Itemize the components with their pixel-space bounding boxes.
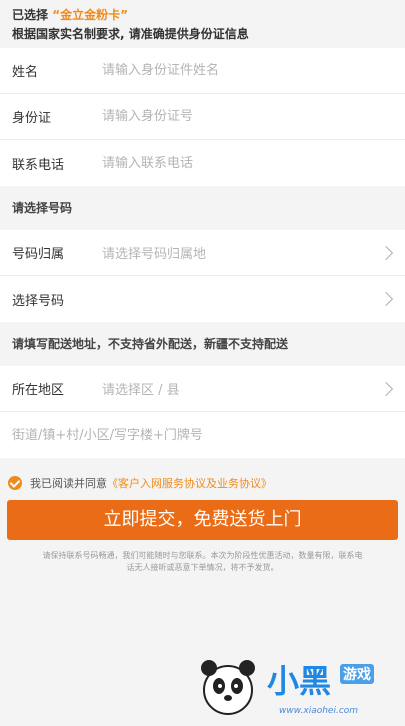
selected-card-line: 已选择 “金立金粉卡” xyxy=(12,6,393,24)
chevron-right-icon xyxy=(378,245,394,260)
phone-input[interactable] xyxy=(102,155,393,171)
name-input[interactable] xyxy=(102,63,393,78)
id-label: 身份证 xyxy=(12,111,52,126)
id-input[interactable] xyxy=(102,109,393,124)
watermark-url: www.xiaohei.com xyxy=(279,706,359,716)
phone-row: 联系电话 xyxy=(0,140,405,186)
address-section-title: 请填写配送地址，不支持省外配送，新疆不支持配送 xyxy=(0,322,405,366)
watermark: 小黑 游戏 www.xiaohei.com xyxy=(195,648,395,718)
page-header: 已选择 “金立金粉卡” 根据国家实名制要求, 请准确提供身份证信息 xyxy=(0,0,405,48)
name-row: 姓名 xyxy=(0,48,405,94)
number-region-label: 号码归属 xyxy=(12,247,65,262)
watermark-brand: 小黑 xyxy=(267,662,332,700)
number-region-placeholder: 请选择号码归属地 xyxy=(102,247,207,262)
area-label: 所在地区 xyxy=(12,383,65,398)
street-input[interactable] xyxy=(12,427,393,443)
agreement-checkbox[interactable] xyxy=(8,476,22,490)
chevron-right-icon xyxy=(378,381,394,396)
selected-prefix: 已选择 xyxy=(12,8,49,22)
select-number-label: 选择号码 xyxy=(12,293,65,309)
address-form: 所在地区 请选择区 / 县 xyxy=(0,366,405,458)
number-form: 号码归属 请选择号码归属地 选择号码 xyxy=(0,230,405,322)
id-row: 身份证 xyxy=(0,94,405,140)
footer-notice: 请保持联系号码畅通，我们可能随时与您联系。本次为阶段性优惠活动，数量有限，联系电… xyxy=(42,551,363,572)
agreement-row: 我已阅读并同意 《客户入网服务协议及业务协议》 xyxy=(0,468,405,498)
submit-button[interactable]: 立即提交，免费送货上门 xyxy=(7,500,398,540)
phone-label: 联系电话 xyxy=(12,157,65,173)
panda-logo-icon xyxy=(201,660,255,715)
number-section-title: 请选择号码 xyxy=(0,186,405,230)
area-row[interactable]: 所在地区 请选择区 / 县 xyxy=(0,366,405,412)
number-region-row[interactable]: 号码归属 请选择号码归属地 xyxy=(0,230,405,276)
watermark-tag: 游戏 xyxy=(340,664,374,684)
selected-card-name: “金立金粉卡” xyxy=(52,8,128,22)
identity-form: 姓名 身份证 联系电话 xyxy=(0,48,405,186)
chevron-right-icon xyxy=(378,291,394,307)
agreement-link[interactable]: 《客户入网服务协议及业务协议》 xyxy=(107,475,272,491)
area-placeholder: 请选择区 / 县 xyxy=(102,383,180,398)
select-number-row[interactable]: 选择号码 xyxy=(0,276,405,322)
name-label: 姓名 xyxy=(12,65,39,80)
street-row xyxy=(0,412,405,458)
agreement-prefix: 我已阅读并同意 xyxy=(30,477,107,490)
realname-notice: 根据国家实名制要求, 请准确提供身份证信息 xyxy=(12,27,249,41)
